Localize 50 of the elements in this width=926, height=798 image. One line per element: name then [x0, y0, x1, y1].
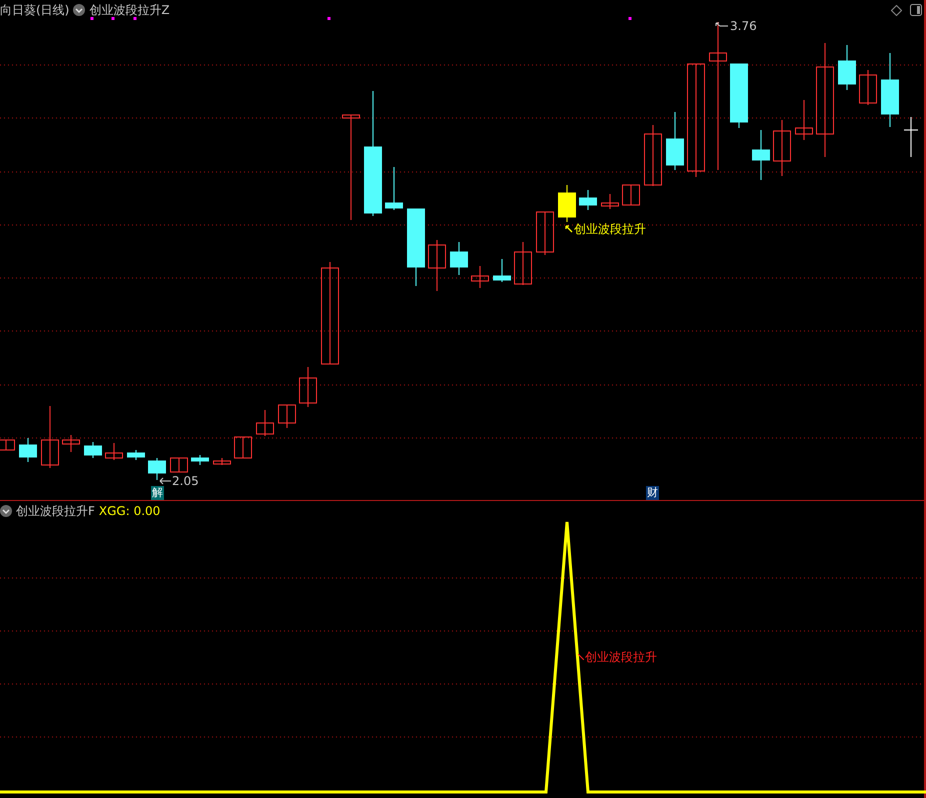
candlestick: [0, 440, 15, 450]
candlestick: [859, 70, 877, 106]
candlestick: [191, 454, 209, 466]
high-price-label: 3.76: [730, 19, 757, 33]
candlestick: [838, 44, 856, 90]
indicator-title: 创业波段拉升Z: [89, 3, 170, 17]
event-tag[interactable]: 财: [646, 486, 659, 500]
candlestick: [752, 130, 770, 180]
candlestick: [514, 242, 532, 286]
candlestick: [536, 212, 554, 256]
security-title: 向日葵(日线): [0, 3, 70, 17]
candlestick: [795, 100, 813, 140]
candlestick: [299, 366, 317, 408]
pointer-arrow-icon: [565, 225, 573, 233]
candlestick: [904, 116, 918, 158]
candlestick: [471, 266, 489, 288]
candlestick: [213, 458, 231, 466]
candlestick: [234, 436, 252, 458]
indicator-title: 创业波段拉升F: [16, 504, 95, 518]
dropdown-icon[interactable]: [73, 4, 86, 16]
candlestick: [579, 190, 597, 210]
candlestick: [428, 240, 446, 292]
candlestick: [62, 434, 80, 452]
candlestick: [19, 438, 37, 462]
candlestick: [256, 410, 274, 436]
candlestick: [170, 458, 188, 472]
candlestick: [105, 442, 123, 460]
candlestick: [601, 194, 619, 210]
low-price-label: 2.05: [172, 474, 199, 488]
candlestick: [730, 64, 748, 128]
indicator-reading: XGG: 0.00: [98, 504, 160, 518]
panel-toggle-icon[interactable]: [910, 4, 922, 16]
candlestick: [278, 404, 296, 428]
candlestick: [558, 184, 576, 222]
candlestick: [148, 458, 166, 480]
diamond-icon[interactable]: [891, 4, 902, 16]
candlestick: [666, 112, 684, 170]
candlestick: [450, 242, 468, 276]
dropdown-icon[interactable]: [0, 505, 12, 517]
candlestick: [385, 166, 403, 210]
candlestick: [84, 442, 102, 458]
pointer-arrow-icon: [159, 477, 171, 485]
event-tag[interactable]: 解: [151, 486, 164, 500]
candlestick: [493, 258, 511, 282]
candlestick: [41, 406, 59, 468]
candlestick: [773, 120, 791, 176]
candlestick: [622, 184, 640, 206]
signal-label: 创业波段拉升: [585, 650, 657, 664]
candlestick: [644, 124, 662, 186]
signal-label: 创业波段拉升: [574, 222, 646, 236]
